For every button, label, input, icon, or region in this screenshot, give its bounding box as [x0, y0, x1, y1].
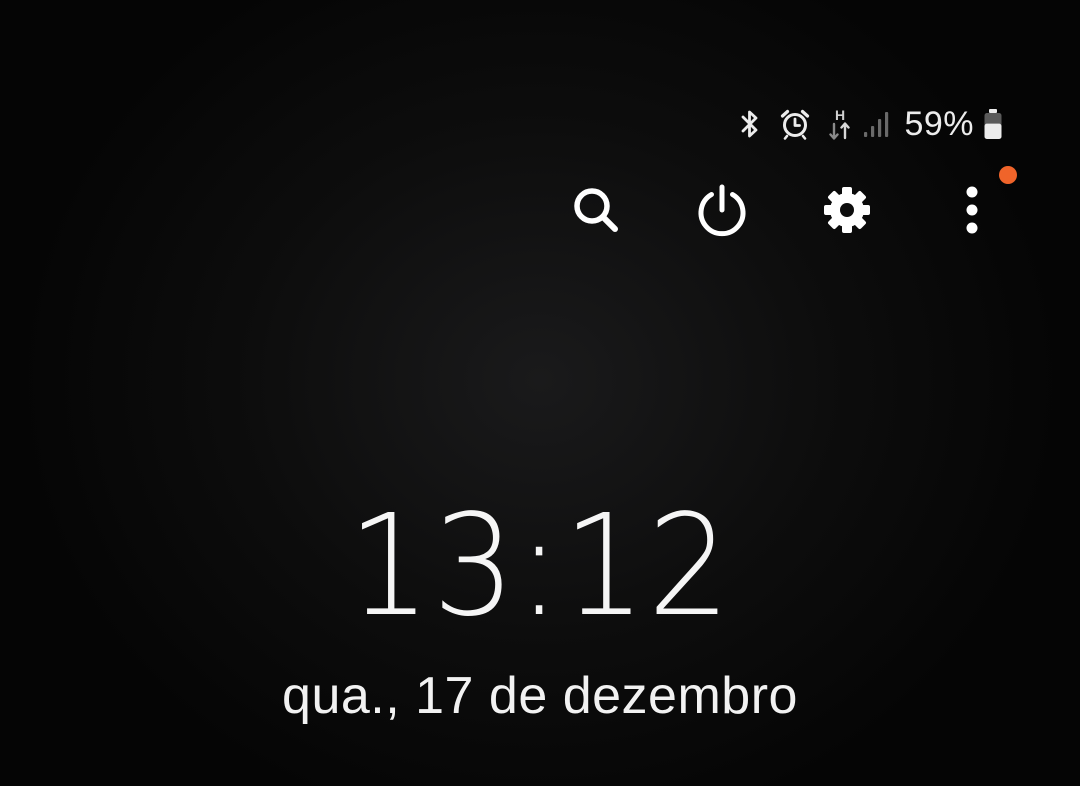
- quick-actions-bar: [0, 180, 1080, 244]
- more-options-button[interactable]: [940, 180, 1004, 244]
- signal-icon: [862, 109, 892, 139]
- lock-screen-date: qua., 17 de dezembro: [282, 667, 798, 725]
- power-button[interactable]: [690, 180, 754, 244]
- network-type-label: H: [835, 107, 845, 123]
- battery-fill: [984, 123, 1002, 139]
- gear-icon: [820, 183, 874, 242]
- search-button[interactable]: [564, 180, 628, 244]
- battery-percentage: 59%: [904, 105, 974, 143]
- notification-dot: [999, 166, 1017, 184]
- battery-icon: [982, 108, 1004, 140]
- power-icon: [694, 182, 750, 243]
- status-bar: H 59%: [736, 104, 1004, 144]
- more-vertical-icon: [962, 182, 982, 243]
- search-icon: [568, 182, 624, 243]
- settings-button[interactable]: [815, 180, 879, 244]
- hspa-data-icon: H: [826, 107, 854, 141]
- alarm-icon: [778, 108, 812, 140]
- bluetooth-icon: [736, 108, 764, 140]
- lock-screen-clock: 13:12: [347, 485, 733, 648]
